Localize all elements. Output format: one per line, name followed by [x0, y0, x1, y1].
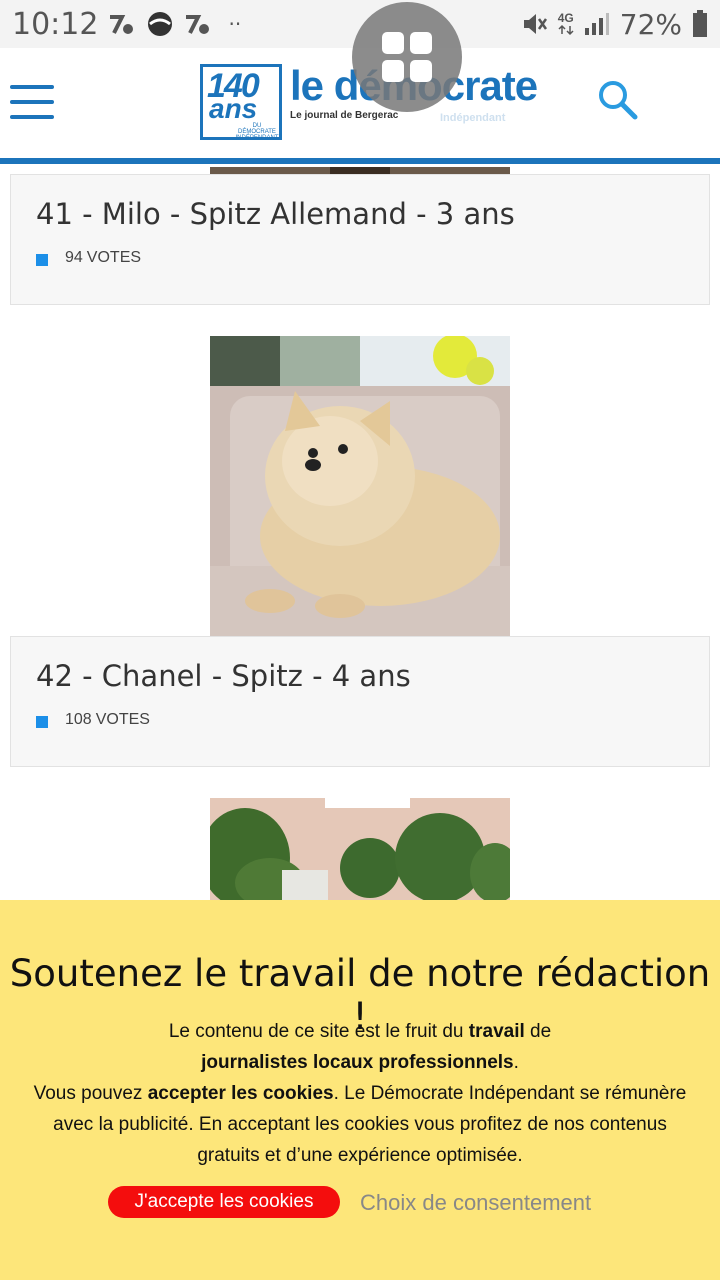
battery-icon	[692, 10, 708, 38]
more-notifications-dots: ··	[228, 12, 242, 36]
cookie-text-bold: journalistes locaux professionnels	[201, 1052, 514, 1073]
cookie-text: Le contenu de ce site est le fruit du	[168, 1021, 469, 1042]
cookie-text: .	[513, 1052, 519, 1073]
votes-marker	[36, 716, 48, 728]
search-icon	[599, 81, 638, 120]
votes-count: 108 VOTES	[65, 711, 150, 729]
cookie-message: Le contenu de ce site est le fruit du tr…	[20, 1016, 700, 1171]
consent-choice-link[interactable]: Choix de consentement	[360, 1190, 591, 1216]
votes-marker	[36, 254, 48, 266]
entry-title: 41 - Milo - Spitz Allemand - 3 ans	[36, 197, 515, 231]
accept-cookies-button[interactable]: J'accepte les cookies	[108, 1186, 340, 1218]
contest-list: 41 - Milo - Spitz Allemand - 3 ans 94 VOT…	[0, 164, 720, 900]
floating-app-bubble[interactable]	[352, 2, 462, 112]
grid-icon	[382, 32, 432, 82]
logo-independant: Indépendant	[440, 112, 506, 124]
entry-photo-41[interactable]	[210, 164, 510, 174]
search-button[interactable]	[596, 78, 640, 122]
votes-number: 94	[65, 249, 83, 266]
status-right: 4G 72%	[520, 8, 708, 41]
network-4g-icon: 4G	[558, 12, 574, 36]
app-notification-icon	[184, 11, 212, 37]
wave-notification-icon	[146, 11, 174, 37]
logo-ans: ans	[209, 93, 258, 124]
entry-card-41[interactable]: 41 - Milo - Spitz Allemand - 3 ans 94 VOT…	[10, 174, 710, 305]
status-time: 10:12	[12, 6, 99, 42]
cookie-text: Vous pouvez	[33, 1083, 148, 1104]
mute-icon	[520, 10, 548, 38]
entry-photo-43[interactable]	[210, 798, 510, 900]
entry-title: 42 - Chanel - Spitz - 4 ans	[36, 659, 411, 693]
entry-photo-42[interactable]	[210, 336, 510, 636]
cookie-consent-banner: Soutenez le travail de notre rédaction !…	[0, 900, 720, 1280]
votes-number: 108	[65, 711, 92, 728]
cookie-text-bold: travail	[468, 1021, 525, 1042]
anniversary-badge: 140 ans DU DÉMOCRATE INDÉPENDANT	[200, 64, 282, 141]
battery-percent: 72%	[619, 7, 682, 41]
hamburger-menu-button[interactable]	[10, 85, 56, 121]
cookie-text: de	[524, 1021, 552, 1042]
entry-card-42[interactable]: 42 - Chanel - Spitz - 4 ans 108 VOTES	[10, 636, 710, 767]
votes-label: VOTES	[95, 711, 150, 728]
votes-label: VOTES	[86, 249, 142, 266]
network-label: 4G	[557, 11, 574, 25]
signal-icon	[584, 12, 610, 36]
votes-count: 94 VOTES	[65, 249, 141, 267]
status-left: 10:12 ··	[12, 7, 241, 42]
cookie-text-bold: accepter les cookies	[147, 1083, 334, 1104]
app-notification-icon	[108, 11, 136, 37]
logo-small-text: DU DÉMOCRATE INDÉPENDANT	[235, 123, 279, 141]
